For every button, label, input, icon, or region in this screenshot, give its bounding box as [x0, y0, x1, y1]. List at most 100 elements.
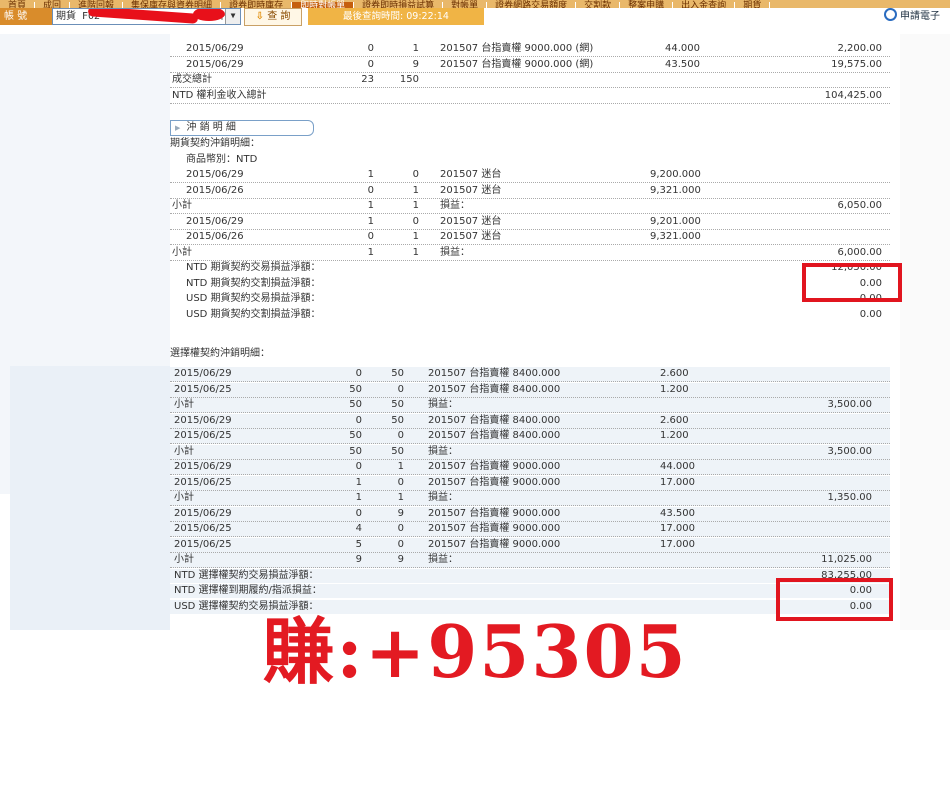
buy-qty: 0 — [367, 58, 374, 70]
trade-date: 2015/06/29 — [174, 368, 232, 379]
trade-date: 2015/06/25 — [174, 430, 232, 441]
sell-qty: 0 — [397, 538, 404, 550]
sell-qty: 50 — [391, 414, 404, 426]
table-row: 小計 9 9 損益： 11,025.00 — [170, 553, 890, 568]
buy-qty: 0 — [355, 461, 362, 472]
buy-qty: 9 — [355, 554, 362, 565]
buy-qty: 50 — [349, 445, 362, 457]
price: 17.000 — [660, 476, 695, 488]
chevron-down-icon[interactable]: ▼ — [225, 9, 240, 24]
contract-name: 201507 台指賣權 9000.000 — [428, 461, 561, 472]
highlight-box-futures — [802, 263, 902, 302]
account-select[interactable]: 期貨 F02 5 許 ▼ — [52, 8, 241, 25]
buy-qty: 50 — [349, 430, 362, 441]
contract-name: 201507 台指賣權 9000.000 — [428, 476, 561, 488]
subtotal-label: 小計 — [172, 246, 192, 258]
sell-qty: 1 — [412, 200, 419, 211]
table-row: 2015/06/29 0 9 201507 台指賣權 9000.000 43.500 — [170, 506, 890, 522]
sell-qty: 0 — [412, 169, 419, 180]
sell-qty: 1 — [412, 43, 419, 54]
play-icon: ▶ — [175, 124, 181, 132]
contract-name: 201507 台指賣權 9000.000 — [428, 538, 561, 550]
table-row: 2015/06/25 50 0 201507 台指賣權 8400.000 1.200 — [170, 429, 890, 444]
profit-annotation: 賺:+95305 — [262, 609, 688, 694]
pl-label: 損益： — [440, 246, 470, 258]
total-label: NTD 權利金收入總計 — [172, 89, 267, 101]
summary-amount: 0.00 — [859, 308, 882, 320]
contract-name: 201507 台指賣權 8400.000 — [428, 383, 561, 395]
trade-date: 2015/06/29 — [186, 169, 244, 180]
table-row: NTD 期貨契約交易損益淨額： 12,050.00 — [170, 261, 890, 275]
contract-name: 201507 迷台 — [440, 215, 502, 227]
apply-link[interactable]: 申請電子 — [884, 8, 940, 25]
currency-label: 商品幣別：NTD — [186, 153, 258, 165]
price: 43.500 — [660, 507, 695, 519]
pl-label: 損益： — [428, 554, 458, 565]
table-row: USD 期貨契約交割損益淨額： 0.00 — [170, 308, 890, 322]
trade-date: 2015/06/25 — [174, 476, 232, 488]
trade-date: 2015/06/25 — [174, 538, 232, 550]
contract-name: 201507 台指賣權 9000.000 — [428, 523, 561, 534]
subtotal-label: 小計 — [174, 492, 194, 503]
sell-qty: 150 — [399, 74, 419, 85]
trade-date: 2015/06/26 — [186, 184, 244, 196]
sell-qty: 50 — [391, 368, 404, 379]
amount: 104,425.00 — [824, 89, 882, 101]
redaction-scribble — [87, 9, 199, 24]
sell-qty: 0 — [397, 523, 404, 534]
table-row: 2015/06/25 5 0 201507 台指賣權 9000.000 17.000 — [170, 537, 890, 553]
buy-qty: 0 — [355, 368, 362, 379]
contract-name: 201507 台指賣權 9000.000 — [428, 507, 561, 519]
table-row: 小計 1 1 損益： 6,050.00 — [170, 199, 890, 214]
amount: 2,200.00 — [837, 43, 882, 54]
apply-label: 申請電子 — [900, 11, 940, 22]
subtotal-label: 小計 — [174, 445, 194, 457]
table-row: NTD 期貨契約交割損益淨額： 0.00 — [170, 277, 890, 291]
search-icon — [884, 8, 897, 21]
price: 2.600 — [660, 368, 689, 379]
buy-qty: 0 — [367, 43, 374, 54]
tab-label: 沖 銷 明 細 — [186, 122, 236, 133]
account-label: 帳 號 — [0, 8, 52, 25]
sell-qty: 50 — [391, 399, 404, 410]
sell-qty: 9 — [397, 507, 404, 519]
total-label: 成交總計 — [172, 74, 212, 85]
last-query-time: 最後查詢時間: 09:22:14 — [308, 8, 484, 25]
table-row: NTD 權利金收入總計 104,425.00 — [170, 89, 890, 104]
buy-qty: 4 — [355, 523, 362, 534]
trade-date: 2015/06/25 — [174, 523, 232, 534]
amount: 6,050.00 — [837, 200, 882, 211]
price: 9,201.000 — [650, 215, 701, 227]
amount: 1,350.00 — [827, 492, 872, 503]
amount: 3,500.00 — [827, 399, 872, 410]
subtotal-label: 小計 — [172, 200, 192, 211]
table-row: 2015/06/25 4 0 201507 台指賣權 9000.000 17.000 — [170, 522, 890, 537]
table-row: 2015/06/29 0 50 201507 台指賣權 8400.000 2.600 — [170, 367, 890, 382]
subtotal-label: 小計 — [174, 554, 194, 565]
summary-label: NTD 期貨契約交割損益淨額： — [186, 277, 321, 289]
table-row: 2015/06/25 50 0 201507 台指賣權 8400.000 1.200 — [170, 382, 890, 398]
buy-qty: 0 — [367, 184, 374, 196]
trade-date: 2015/06/26 — [186, 231, 244, 242]
table-row: 小計 1 1 損益： 6,000.00 — [170, 246, 890, 261]
buy-qty: 1 — [355, 476, 362, 488]
price: 44.000 — [660, 461, 695, 472]
tab-offset-detail[interactable]: ▶ 沖 銷 明 細 — [170, 120, 314, 136]
table-row: 2015/06/25 1 0 201507 台指賣權 9000.000 17.000 — [170, 475, 890, 491]
price: 1.200 — [660, 383, 689, 395]
buy-qty: 50 — [349, 383, 362, 395]
buy-qty: 0 — [355, 414, 362, 426]
section-title: 選擇權契約沖銷明細： — [170, 348, 270, 359]
top-menu: 首頁 成回 進階回報 集保庫存與資券明細 證券即時庫存 即時對帳單 證券即時損益試算 對帳單證… — [0, 0, 950, 8]
query-button[interactable]: ⇩ 查 詢 — [244, 8, 302, 26]
left-panel-lower — [10, 366, 170, 630]
contract-name: 201507 迷台 — [440, 231, 502, 242]
trade-date: 2015/06/29 — [174, 414, 232, 426]
trade-date: 2015/06/29 — [186, 58, 244, 70]
table-row: 2015/06/29 0 50 201507 台指賣權 8400.000 2.600 — [170, 413, 890, 429]
price: 9,200.000 — [650, 169, 701, 180]
sell-qty: 1 — [412, 231, 419, 242]
table-row: USD 期貨契約交易損益淨額： 0.00 — [170, 292, 890, 306]
sell-qty: 1 — [412, 246, 419, 258]
pl-label: 損益： — [428, 399, 458, 410]
